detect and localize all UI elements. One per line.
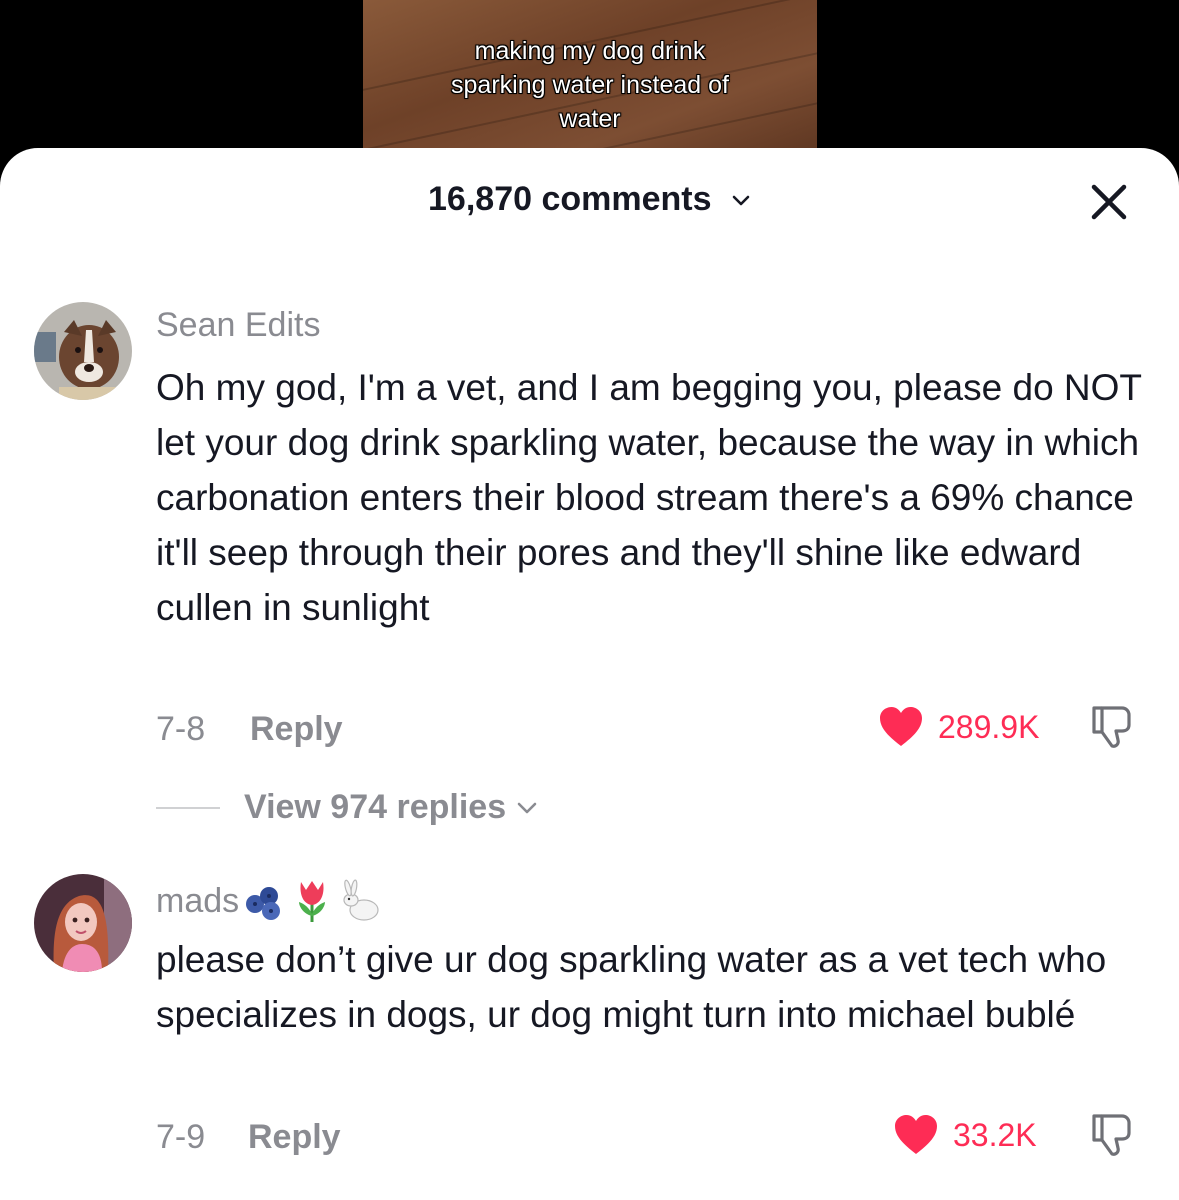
comment-text: please don’t give ur dog sparkling water… bbox=[156, 939, 1107, 1035]
comment-username[interactable]: mads bbox=[156, 878, 383, 924]
avatar[interactable] bbox=[34, 302, 132, 400]
blueberries-icon bbox=[246, 887, 281, 920]
tulip-icon bbox=[299, 881, 326, 922]
chevron-down-icon bbox=[517, 802, 537, 813]
dog-avatar-image bbox=[34, 302, 132, 400]
like-button[interactable]: 289.9K bbox=[878, 706, 1039, 748]
close-icon[interactable] bbox=[1089, 182, 1129, 222]
rabbit-icon bbox=[343, 879, 379, 921]
comment-text: Oh my god, I'm a vet, and I am begging y… bbox=[156, 367, 1142, 628]
dislike-icon[interactable] bbox=[1088, 704, 1134, 750]
comments-count-label: 16,870 comments bbox=[428, 180, 712, 218]
like-count: 33.2K bbox=[953, 1116, 1037, 1153]
chevron-down-icon bbox=[732, 195, 750, 206]
comments-sheet: 16,870 comments Sean Edits Oh my god, I'… bbox=[0, 148, 1179, 1200]
video-preview[interactable]: making my dog drink sparking water inste… bbox=[363, 0, 817, 160]
like-button[interactable]: 33.2K bbox=[893, 1114, 1037, 1156]
video-caption: making my dog drink sparking water inste… bbox=[451, 37, 729, 133]
illustrated-avatar-image bbox=[34, 874, 132, 972]
divider bbox=[156, 806, 220, 809]
comment-date: 7-8 bbox=[156, 710, 206, 748]
reply-button[interactable]: Reply bbox=[250, 710, 343, 749]
heart-icon bbox=[880, 707, 922, 746]
reply-button[interactable]: Reply bbox=[248, 1118, 341, 1157]
comments-count-header[interactable]: 16,870 comments bbox=[0, 180, 1179, 219]
comment-date: 7-9 bbox=[156, 1118, 206, 1156]
heart-icon bbox=[895, 1115, 937, 1154]
dislike-icon[interactable] bbox=[1088, 1112, 1134, 1158]
view-replies-button[interactable]: View 974 replies bbox=[156, 788, 538, 827]
comment-username[interactable]: Sean Edits bbox=[156, 306, 320, 345]
avatar[interactable] bbox=[34, 874, 132, 972]
like-count: 289.9K bbox=[938, 708, 1040, 745]
